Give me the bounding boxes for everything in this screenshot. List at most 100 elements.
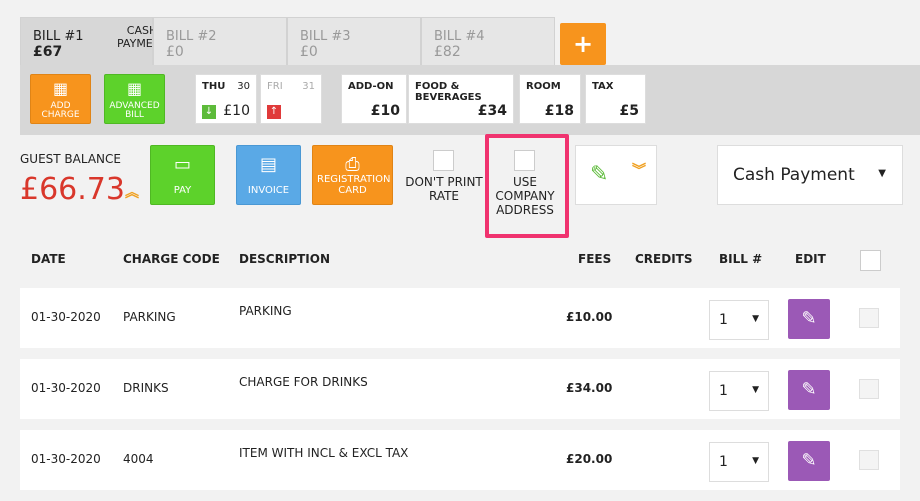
- day-date: 30: [237, 81, 250, 92]
- summary-value: £10: [370, 103, 400, 119]
- column-header-credits: CREDITS: [635, 252, 693, 266]
- summary-food-beverages: FOOD & BEVERAGES £34: [408, 74, 514, 124]
- row-fees: £20.00: [566, 452, 613, 466]
- calculator-icon: ▦: [52, 79, 69, 98]
- payment-method-value: Cash Payment: [733, 165, 855, 185]
- day-name: THU: [202, 81, 226, 92]
- cheque-button[interactable]: ✎ ︾: [575, 145, 657, 205]
- bill-number-select[interactable]: 1 ▼: [709, 442, 769, 482]
- caret-down-icon: ▼: [878, 168, 886, 179]
- bill-label: BILL #1: [33, 29, 84, 44]
- row-charge-code: PARKING: [123, 310, 176, 324]
- row-charge-code: DRINKS: [123, 381, 169, 395]
- pay-button[interactable]: ▭ PAY: [150, 145, 215, 205]
- add-charge-button[interactable]: ▦ ADD CHARGE: [30, 74, 91, 124]
- day-date: 31: [302, 81, 315, 92]
- day-thu[interactable]: THU 30 ↓ £10: [195, 74, 257, 124]
- use-company-address-label: USE COMPANY ADDRESS: [495, 175, 555, 217]
- bill-amount: £0: [166, 44, 184, 60]
- row-date: 01-30-2020: [31, 381, 101, 395]
- row-description: PARKING: [239, 304, 292, 318]
- bill-amount: £0: [300, 44, 318, 60]
- caret-down-icon: ▼: [752, 385, 759, 395]
- summary-value: £34: [477, 103, 507, 119]
- bill-amount: £82: [434, 44, 461, 60]
- pencil-icon: ✎: [801, 379, 817, 400]
- pencil-icon: ✎: [801, 308, 817, 329]
- tab-bill-2[interactable]: BILL #2 £0: [153, 17, 287, 65]
- arrow-down-icon: ↓: [202, 105, 216, 119]
- row-fees: £10.00: [566, 310, 613, 324]
- summary-add-on: ADD-ON £10: [341, 74, 407, 124]
- bill-number-value: 1: [719, 454, 728, 470]
- row-date: 01-30-2020: [31, 310, 101, 324]
- column-header-date: DATE: [31, 252, 66, 266]
- row-fees: £34.00: [566, 381, 613, 395]
- row-checkbox[interactable]: [859, 450, 879, 470]
- column-header-edit: EDIT: [795, 252, 826, 266]
- pay-label: PAY: [173, 185, 192, 196]
- summary-value: £18: [544, 103, 574, 119]
- caret-down-icon: ▼: [752, 314, 759, 324]
- select-all-checkbox[interactable]: [860, 250, 881, 271]
- row-date: 01-30-2020: [31, 452, 101, 466]
- row-checkbox[interactable]: [859, 379, 879, 399]
- add-bill-button[interactable]: +: [560, 23, 606, 65]
- wallet-icon: ▭: [173, 154, 191, 175]
- edit-button[interactable]: ✎: [788, 441, 830, 481]
- bill-number-select[interactable]: 1 ▼: [709, 300, 769, 340]
- row-charge-code: 4004: [123, 452, 154, 466]
- row-description: ITEM WITH INCL & EXCL TAX: [239, 446, 409, 460]
- caret-down-icon: ▼: [752, 456, 759, 466]
- registration-card-button[interactable]: ⎙ REGISTRATION CARD: [312, 145, 393, 205]
- chevron-double-up-icon[interactable]: ︽: [125, 182, 139, 202]
- guest-balance-label: GUEST BALANCE: [20, 152, 121, 166]
- document-icon: ▤: [259, 154, 277, 175]
- bill-label: BILL #3: [300, 29, 351, 44]
- column-header-charge-code: CHARGE CODE: [123, 252, 220, 266]
- dont-print-rate-label: DON'T PRINT RATE: [405, 175, 483, 203]
- tab-bill-1[interactable]: BILL #1 £67 CASH PAYMENT: [20, 17, 168, 65]
- summary-label: FOOD & BEVERAGES: [415, 81, 482, 103]
- advanced-bill-button[interactable]: ▦ ADVANCED BILL: [104, 74, 165, 124]
- column-header-description: DESCRIPTION: [239, 252, 331, 266]
- tab-bill-4[interactable]: BILL #4 £82: [421, 17, 555, 65]
- table-row: 01-30-2020 4004 ITEM WITH INCL & EXCL TA…: [20, 430, 900, 490]
- invoice-button[interactable]: ▤ INVOICE: [236, 145, 301, 205]
- bill-amount: £67: [33, 44, 63, 60]
- summary-tax: TAX £5: [585, 74, 646, 124]
- bill-label: BILL #4: [434, 29, 485, 44]
- summary-label: ROOM: [526, 81, 561, 92]
- day-fri[interactable]: FRI 31 ↑: [260, 74, 322, 124]
- column-header-bill: BILL #: [719, 252, 763, 266]
- column-header-fees: FEES: [578, 252, 612, 266]
- edit-button[interactable]: ✎: [788, 370, 830, 410]
- advanced-bill-label: ADVANCED BILL: [109, 101, 160, 120]
- cheque-icon: ✎: [590, 162, 609, 187]
- chevron-double-down-icon[interactable]: ︾: [632, 160, 646, 180]
- table-row: 01-30-2020 PARKING PARKING £10.00 1 ▼ ✎: [20, 288, 900, 348]
- row-checkbox[interactable]: [859, 308, 879, 328]
- pencil-icon: ✎: [801, 450, 817, 471]
- invoice-label: INVOICE: [247, 185, 290, 196]
- payment-method-select[interactable]: Cash Payment ▼: [717, 145, 903, 205]
- edit-button[interactable]: ✎: [788, 299, 830, 339]
- use-company-address-checkbox[interactable]: [514, 150, 535, 171]
- table-row: 01-30-2020 DRINKS CHARGE FOR DRINKS £34.…: [20, 359, 900, 419]
- guest-balance-amount: £66.73: [20, 172, 125, 207]
- arrow-up-icon: ↑: [267, 105, 281, 119]
- bill-number-value: 1: [719, 383, 728, 399]
- printer-icon: ⎙: [345, 154, 360, 175]
- add-charge-label: ADD CHARGE: [41, 101, 80, 120]
- day-name: FRI: [267, 81, 283, 92]
- tab-bill-3[interactable]: BILL #3 £0: [287, 17, 421, 65]
- registration-card-label: REGISTRATION CARD: [317, 174, 391, 196]
- row-description: CHARGE FOR DRINKS: [239, 375, 368, 389]
- summary-value: £5: [619, 103, 639, 119]
- summary-room: ROOM £18: [519, 74, 581, 124]
- bill-number-value: 1: [719, 312, 728, 328]
- summary-label: ADD-ON: [348, 81, 394, 92]
- dont-print-rate-checkbox[interactable]: [433, 150, 454, 171]
- day-amount: £10: [223, 103, 250, 119]
- bill-number-select[interactable]: 1 ▼: [709, 371, 769, 411]
